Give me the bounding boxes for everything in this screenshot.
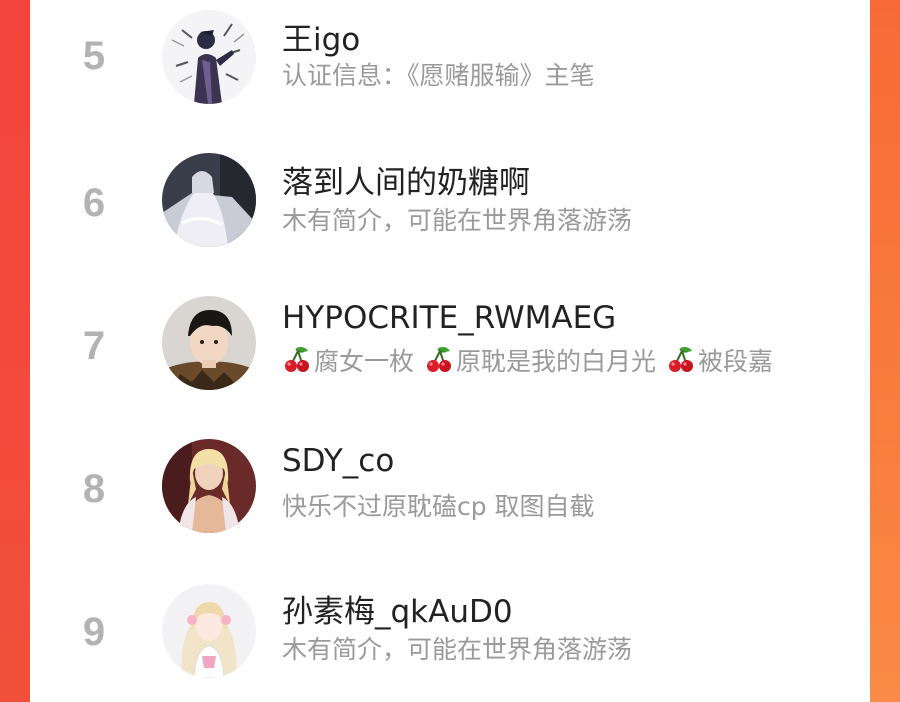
blonde-character-avatar[interactable]	[162, 439, 256, 533]
bio-segment: 原耽是我的白月光	[424, 342, 656, 378]
username[interactable]: 王igo	[282, 14, 360, 59]
user-bio: 认证信息：《愿赌服输》主笔	[282, 61, 595, 90]
left-orange-border	[0, 0, 30, 702]
bio-segment: 被段嘉	[666, 342, 773, 378]
rank-number: 7	[82, 324, 106, 368]
cherry-icon	[427, 347, 452, 372]
ranking-row-5[interactable]: 5 王igo 认证信息：《愿赌服输》主笔	[30, 0, 870, 130]
rank-number: 9	[82, 610, 106, 654]
ranking-row-6[interactable]: 6 落到人间的奶糖啊 木有简介，可能在世界角落游荡	[30, 143, 870, 273]
young-man-portrait-avatar[interactable]	[162, 296, 256, 390]
ranking-row-8[interactable]: 8 SDY_co 快乐不过原耽磕cp 取图自截	[30, 429, 870, 559]
ranking-list: 5 王igo 认证信息：《愿赌服输》主笔 6 落到人间的奶糖啊 木有简介，可能在…	[30, 0, 870, 702]
right-orange-border	[870, 0, 900, 702]
username[interactable]: SDY_co	[282, 443, 394, 479]
bio-text: 腐女一枚	[314, 347, 415, 376]
cherry-icon	[669, 347, 694, 372]
rank-number: 5	[82, 34, 106, 78]
username[interactable]: 落到人间的奶糖啊	[282, 157, 530, 202]
user-bio: 快乐不过原耽磕cp 取图自截	[282, 492, 595, 521]
rank-number: 6	[82, 181, 106, 225]
rank-number: 8	[82, 467, 106, 511]
ranking-row-7[interactable]: 7 HYPOCRITE_RWMAEG 腐女一枚 原耽是我的白月光 被段嘉	[30, 286, 870, 416]
user-bio: 腐女一枚 原耽是我的白月光 被段嘉	[282, 342, 830, 378]
bio-segment: 腐女一枚	[282, 342, 414, 378]
user-bio: 木有简介，可能在世界角落游荡	[282, 206, 633, 235]
ink-sketch-character-avatar[interactable]	[162, 10, 256, 104]
user-bio: 木有简介，可能在世界角落游荡	[282, 635, 633, 664]
anime-girl-avatar[interactable]	[162, 584, 256, 678]
username[interactable]: 孙素梅_qkAuD0	[282, 586, 513, 631]
bio-text: 原耽是我的白月光	[456, 347, 657, 376]
ranking-row-9[interactable]: 9 孙素梅_qkAuD0 木有简介，可能在世界角落游荡	[30, 572, 870, 702]
cherry-icon	[285, 347, 309, 372]
username[interactable]: HYPOCRITE_RWMAEG	[282, 300, 616, 336]
bio-text: 被段嘉	[698, 347, 774, 376]
white-dress-figure-avatar[interactable]	[162, 153, 256, 247]
